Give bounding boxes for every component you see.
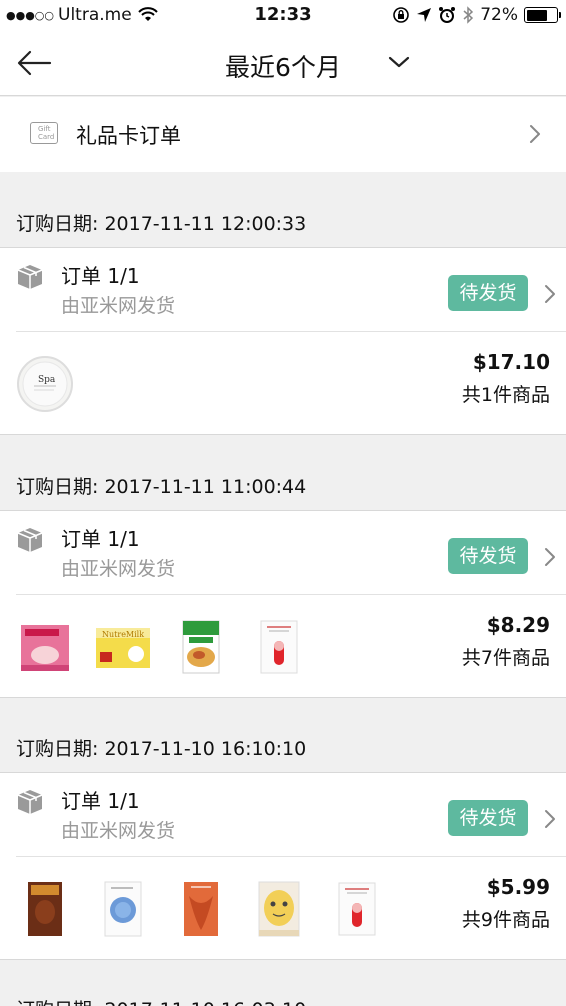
product-thumbnail[interactable] — [250, 618, 308, 676]
product-thumbnail[interactable] — [16, 618, 74, 676]
item-count: 共9件商品 — [461, 909, 550, 931]
alarm-icon — [439, 7, 456, 23]
item-count: 共1件商品 — [461, 384, 550, 406]
product-thumbnail[interactable]: Spa — [16, 355, 74, 413]
location-icon — [417, 8, 432, 22]
brown-mask-image — [28, 882, 62, 936]
product-thumbnails — [16, 874, 386, 944]
shipper-label: 由亚米网发货 — [61, 295, 176, 317]
orientation-lock-icon — [393, 7, 410, 23]
product-thumbnail[interactable] — [250, 880, 308, 938]
divider — [16, 594, 566, 595]
package-icon — [17, 265, 43, 289]
chevron-right-icon[interactable] — [543, 808, 557, 830]
package-icon — [17, 790, 43, 814]
divider — [16, 856, 566, 857]
svg-text:NutreMilk: NutreMilk — [102, 630, 144, 639]
order-number: 订单 1/1 — [61, 789, 140, 813]
product-thumbnail[interactable] — [172, 880, 230, 938]
battery-percent: 72% — [480, 5, 518, 25]
battery-icon — [524, 7, 561, 23]
order-total: $8.29 — [486, 613, 550, 637]
order-date: 订购日期: 2017-11-11 12:00:33 — [16, 213, 307, 235]
page-title[interactable]: 最近6个月 — [0, 48, 566, 84]
chevron-right-icon[interactable] — [543, 546, 557, 568]
blue-sheet-mask-image — [104, 881, 142, 937]
product-thumbnail[interactable] — [16, 880, 74, 938]
product-thumbnail[interactable]: NutreMilk — [94, 618, 152, 676]
order-card[interactable]: 订单 1/1 由亚米网发货 待发货 NutreMilk $8.29 共7件商品 — [0, 510, 566, 698]
package-icon — [17, 528, 43, 552]
yellow-face-mask-image — [258, 881, 300, 937]
gift-card-label: 礼品卡订单 — [76, 124, 181, 148]
shipper-label: 由亚米网发货 — [61, 820, 176, 842]
chevron-right-icon — [530, 125, 540, 143]
spa-compact-image: Spa — [17, 356, 73, 412]
order-number: 订单 1/1 — [61, 264, 140, 288]
bluetooth-icon — [463, 6, 474, 24]
order-date: 订购日期: 2017-11-11 11:00:44 — [16, 476, 307, 498]
red-capsule-mask-image — [338, 882, 376, 936]
order-total: $5.99 — [486, 875, 550, 899]
status-badge: 待发货 — [448, 800, 528, 836]
nutremilk-box-image: NutreMilk — [96, 628, 150, 668]
product-thumbnail[interactable] — [94, 880, 152, 938]
order-total: $17.10 — [472, 350, 550, 374]
order-card[interactable]: 订单 1/1 由亚米网发货 待发货 $5.99 共9件商品 — [0, 772, 566, 960]
chevron-right-icon[interactable] — [543, 283, 557, 305]
order-number: 订单 1/1 — [61, 527, 140, 551]
orange-mask-image — [184, 882, 218, 936]
gift-card-orders-row[interactable]: Gift Card 礼品卡订单 — [0, 97, 566, 172]
gift-card-icon: Gift Card — [30, 122, 58, 144]
product-thumbnail[interactable] — [172, 618, 230, 676]
pink-eye-mask-box-image — [21, 625, 69, 671]
status-bar-right: 72% — [392, 5, 561, 25]
order-card[interactable]: 订单 1/1 由亚米网发货 待发货 Spa $17.10 共1件商品 — [0, 247, 566, 435]
status-badge: 待发货 — [448, 538, 528, 574]
order-date: 订购日期: 2017-11-10 16:10:10 — [16, 738, 307, 760]
divider — [16, 331, 566, 332]
red-capsule-mask-image — [260, 620, 298, 674]
product-thumbnail[interactable] — [328, 880, 386, 938]
product-thumbnails: NutreMilk — [16, 612, 308, 682]
status-badge: 待发货 — [448, 275, 528, 311]
order-date: 订购日期: 2017-11-10 16:03:10 — [16, 995, 306, 1006]
svg-text:Spa: Spa — [38, 375, 56, 385]
shipper-label: 由亚米网发货 — [61, 558, 176, 580]
item-count: 共7件商品 — [461, 647, 550, 669]
status-bar: ●●●○○ Ultra.me 12:33 72% — [0, 0, 566, 32]
green-noodle-pack-image — [182, 620, 220, 674]
product-thumbnails: Spa — [16, 349, 74, 419]
battery-level — [526, 9, 548, 21]
nav-bar: 最近6个月 — [0, 32, 566, 96]
chevron-down-icon[interactable] — [388, 54, 410, 70]
